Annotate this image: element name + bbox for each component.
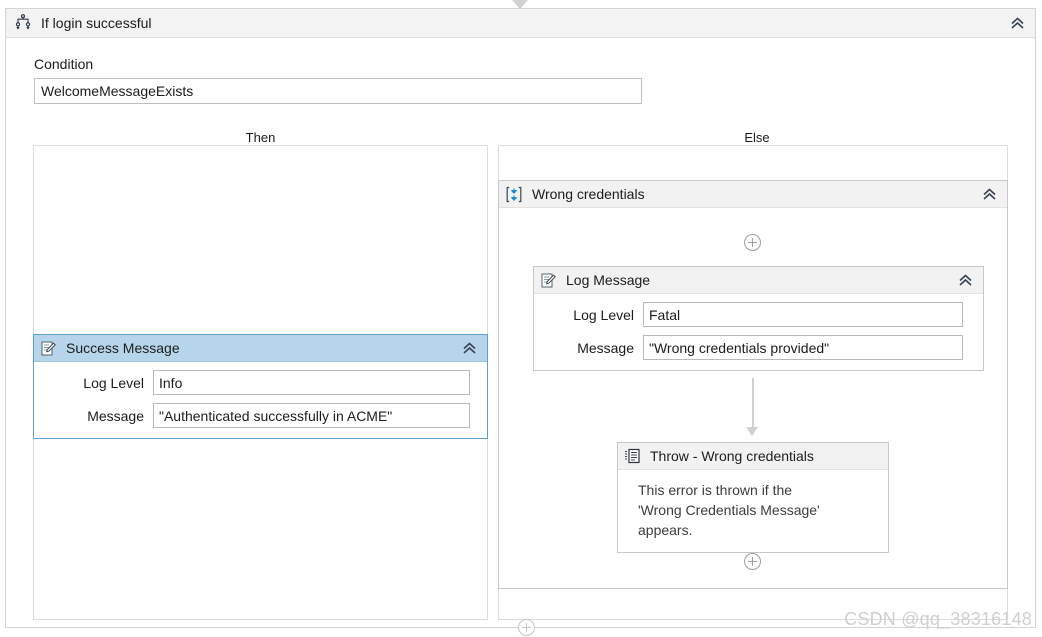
- if-activity-header[interactable]: If login successful: [6, 9, 1035, 38]
- log-message-properties: Log Level Fatal Message "Wrong credentia…: [534, 294, 983, 370]
- collapse-icon[interactable]: [980, 185, 998, 203]
- condition-input[interactable]: WelcomeMessageExists: [34, 78, 642, 104]
- log-level-select[interactable]: Info: [153, 370, 470, 395]
- throw-title: Throw - Wrong credentials: [650, 448, 814, 464]
- log-level-select[interactable]: Fatal: [643, 302, 963, 327]
- collapse-icon[interactable]: [1008, 14, 1026, 32]
- wrong-credentials-header[interactable]: Wrong credentials: [499, 181, 1007, 208]
- then-branch-panel[interactable]: Success Message Log Level Info Message "…: [33, 145, 488, 620]
- success-message-title: Success Message: [66, 340, 180, 356]
- message-input[interactable]: "Authenticated successfully in ACME": [153, 403, 470, 428]
- success-message-properties: Log Level Info Message "Authenticated su…: [34, 362, 487, 438]
- wrong-credentials-title: Wrong credentials: [532, 186, 645, 202]
- message-label: Message: [577, 339, 634, 356]
- throw-activity[interactable]: Throw - Wrong credentials This error is …: [617, 442, 889, 553]
- message-input[interactable]: "Wrong credentials provided": [643, 335, 963, 360]
- log-level-label: Log Level: [83, 374, 144, 391]
- log-message-icon: [40, 340, 57, 357]
- annotation-icon: [624, 448, 641, 464]
- if-branch-icon: [14, 14, 32, 32]
- throw-description: This error is thrown if the 'Wrong Crede…: [638, 482, 820, 538]
- message-row: Message "Wrong credentials provided": [544, 335, 973, 360]
- log-message-header[interactable]: Log Message: [534, 267, 983, 294]
- sequence-icon: [505, 186, 523, 203]
- if-activity-container[interactable]: If login successful Condition WelcomeMes…: [5, 8, 1036, 636]
- condition-area: Condition WelcomeMessageExists: [34, 56, 642, 104]
- condition-label: Condition: [34, 56, 94, 72]
- else-label: Else: [744, 130, 770, 145]
- message-label: Message: [87, 407, 144, 424]
- log-message-title: Log Message: [566, 272, 651, 288]
- watermark: CSDN @qq_38316148: [844, 609, 1032, 629]
- success-message-header[interactable]: Success Message: [34, 335, 487, 362]
- then-label: Then: [245, 130, 276, 145]
- throw-header[interactable]: Throw - Wrong credentials: [618, 443, 888, 470]
- log-level-label: Log Level: [573, 306, 634, 323]
- add-activity-top-icon[interactable]: [744, 234, 761, 251]
- if-activity-title: If login successful: [41, 15, 152, 31]
- add-activity-outer-icon[interactable]: [518, 619, 535, 636]
- message-row: Message "Authenticated successfully in A…: [44, 403, 477, 428]
- log-level-row: Log Level Fatal: [544, 302, 973, 327]
- log-level-row: Log Level Info: [44, 370, 477, 395]
- log-message-icon: [540, 272, 557, 289]
- add-activity-bottom-icon[interactable]: [744, 553, 761, 570]
- success-message-activity[interactable]: Success Message Log Level Info Message "…: [33, 334, 488, 439]
- collapse-icon[interactable]: [460, 339, 478, 357]
- collapse-icon[interactable]: [956, 271, 974, 289]
- else-branch-panel[interactable]: Wrong credentials Log Message Log Level …: [498, 145, 1008, 620]
- log-message-activity[interactable]: Log Message Log Level Fatal Message "Wro…: [533, 266, 984, 371]
- wrong-credentials-sequence[interactable]: Wrong credentials Log Message Log Level …: [498, 180, 1008, 589]
- down-arrow-connector: [746, 378, 759, 436]
